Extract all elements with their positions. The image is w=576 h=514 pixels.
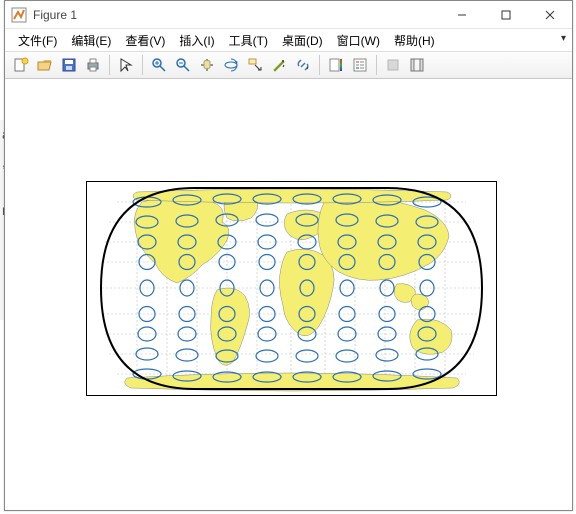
maximize-button[interactable] [484,1,528,29]
menu-window[interactable]: 窗口(W) [330,30,387,51]
minimize-button[interactable] [440,1,484,29]
data-cursor-button[interactable] [243,53,267,77]
zoom-out-button[interactable] [171,53,195,77]
zoom-in-button[interactable] [147,53,171,77]
menu-insert[interactable]: 插入(I) [172,30,221,51]
new-figure-button[interactable] [9,53,33,77]
toolbar-separator [319,55,320,75]
figure-canvas[interactable] [5,80,572,510]
rotate-3d-button[interactable] [219,53,243,77]
save-button[interactable] [57,53,81,77]
window-title: Figure 1 [33,8,440,22]
brush-button[interactable] [267,53,291,77]
axes-frame[interactable] [86,181,497,396]
window-controls [440,1,572,29]
open-button[interactable] [33,53,57,77]
menu-tools[interactable]: 工具(T) [222,30,275,51]
toolbar [5,51,572,79]
insert-colorbar-button[interactable] [324,53,348,77]
print-button[interactable] [81,53,105,77]
edit-plot-button[interactable] [114,53,138,77]
figure-window: Figure 1 文件(F) 编辑(E) 查看(V) 插入(I) 工具(T) 桌… [4,0,573,511]
world-map-plot [87,182,496,395]
menu-edit[interactable]: 编辑(E) [64,30,118,51]
toolbar-separator [109,55,110,75]
menubar: 文件(F) 编辑(E) 查看(V) 插入(I) 工具(T) 桌面(D) 窗口(W… [5,29,572,51]
insert-legend-button[interactable] [348,53,372,77]
toolbar-separator [376,55,377,75]
toolbar-separator [142,55,143,75]
menu-view[interactable]: 查看(V) [118,30,172,51]
titlebar[interactable]: Figure 1 [5,1,572,29]
menu-file[interactable]: 文件(F) [11,30,64,51]
close-button[interactable] [528,1,572,29]
matlab-figure-icon [11,7,27,23]
menu-help[interactable]: 帮助(H) [387,30,442,51]
show-plot-tools-button[interactable] [405,53,429,77]
pan-button[interactable] [195,53,219,77]
menu-dropdown-icon[interactable]: ▾ [561,33,566,44]
link-data-button[interactable] [291,53,315,77]
menu-desktop[interactable]: 桌面(D) [275,30,330,51]
hide-plot-tools-button[interactable] [381,53,405,77]
